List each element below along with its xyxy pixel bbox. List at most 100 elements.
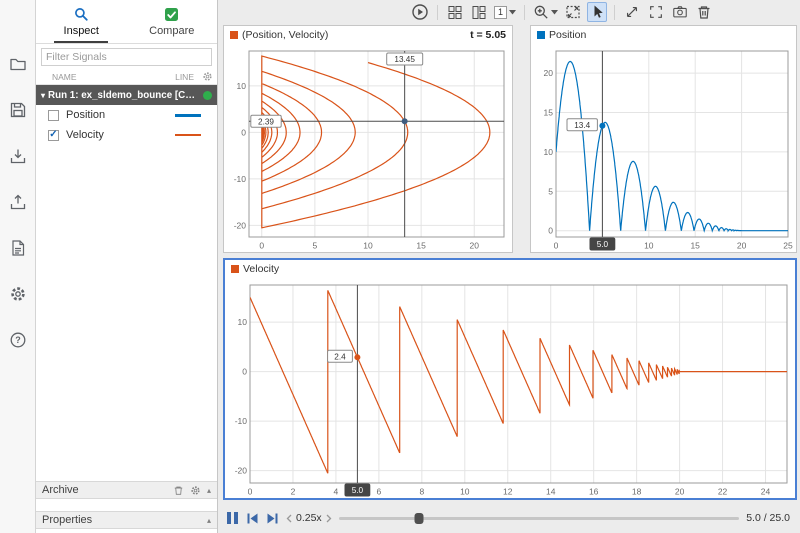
svg-text:10: 10 — [644, 241, 654, 251]
archive-trash-icon[interactable] — [173, 485, 184, 496]
svg-text:5.0: 5.0 — [597, 240, 609, 249]
svg-text:15: 15 — [690, 241, 700, 251]
layout-count-value: 1 — [494, 5, 507, 19]
clear-plots-button[interactable] — [694, 2, 714, 22]
position-plot-panel: Position 05101520250510152013.45.0 — [530, 25, 797, 253]
left-toolbar: ? — [0, 0, 36, 533]
position-checkbox[interactable] — [48, 109, 59, 121]
layout-count-button[interactable]: 1 — [493, 2, 517, 22]
archive-label: Archive — [42, 484, 79, 496]
svg-text:0: 0 — [548, 226, 553, 236]
archive-gear-icon[interactable] — [190, 485, 201, 496]
sidebar-tabs: Inspect Compare — [36, 0, 217, 44]
chevron-down-icon — [551, 9, 558, 14]
svg-text:14: 14 — [546, 487, 556, 497]
svg-text:20: 20 — [544, 68, 554, 78]
svg-text:6: 6 — [377, 487, 382, 497]
speed-down-button[interactable] — [286, 514, 292, 523]
signal-row-velocity[interactable]: ✓ Velocity — [36, 125, 217, 145]
velocity-checkbox[interactable]: ✓ — [48, 128, 59, 141]
signal-row-position[interactable]: Position — [36, 105, 217, 125]
step-back-button[interactable] — [246, 513, 259, 524]
playback-slider[interactable] — [338, 511, 740, 525]
step-back-icon — [247, 513, 258, 523]
svg-text:10: 10 — [544, 147, 554, 157]
archive-section-header[interactable]: Archive ▴ — [36, 481, 217, 499]
fit-to-view-button[interactable] — [563, 2, 583, 22]
velocity-plot-canvas[interactable]: 0 2 4 6 8 10 12 14 16 18 20 22 24 -20 -10 0 10 2.4 5.0 — [225, 277, 795, 498]
signal-name: Position — [66, 109, 106, 121]
snapshot-button[interactable] — [670, 2, 690, 22]
playback-slider-handle[interactable] — [414, 513, 424, 524]
phase-plot-canvas[interactable]: 0 5 10 15 20 -20 -10 0 10 13.45 2.39 — [224, 43, 512, 252]
svg-text:24: 24 — [761, 487, 771, 497]
help-button[interactable]: ? — [7, 330, 29, 350]
diagonal-arrows-icon — [626, 6, 638, 18]
layout-grid-button[interactable] — [445, 2, 465, 22]
svg-text:2.4: 2.4 — [334, 352, 346, 361]
fullscreen-brackets-icon — [650, 6, 662, 18]
properties-section-header[interactable]: Properties ▴ — [36, 511, 217, 529]
svg-text:13.45: 13.45 — [394, 55, 415, 64]
collapse-expander-icon[interactable]: ▾ — [41, 91, 45, 100]
report-button[interactable] — [7, 238, 29, 258]
step-forward-button[interactable] — [266, 513, 279, 524]
pause-icon — [227, 512, 238, 524]
svg-text:20: 20 — [737, 241, 747, 251]
folder-icon — [9, 58, 26, 71]
svg-text:5: 5 — [313, 241, 318, 251]
svg-text:12: 12 — [503, 487, 513, 497]
run-row[interactable]: ▾ Run 1: ex_sldemo_bounce [Current] — [36, 85, 217, 105]
column-settings-gear-icon[interactable] — [202, 71, 213, 82]
playback-speed-control: 0.25x — [286, 512, 332, 524]
plot-grid: (Position, Velocity) t = 5.05 0 5 10 15 20 -2… — [218, 24, 800, 503]
svg-text:20: 20 — [675, 487, 685, 497]
phase-plot-panel: (Position, Velocity) t = 5.05 0 5 10 15 20 -2… — [223, 25, 513, 253]
import-button[interactable] — [7, 146, 29, 166]
zoom-in-button[interactable] — [532, 2, 559, 22]
tab-inspect[interactable]: Inspect — [36, 0, 127, 43]
filter-signals-input[interactable] — [41, 48, 212, 66]
pointer-tool-button[interactable] — [587, 2, 607, 22]
speed-up-button[interactable] — [326, 514, 332, 523]
preferences-button[interactable] — [7, 284, 29, 304]
archive-collapse-icon[interactable]: ▴ — [207, 486, 211, 495]
svg-text:-20: -20 — [234, 220, 247, 230]
export-icon — [10, 194, 25, 210]
expand-plot-button[interactable] — [622, 2, 642, 22]
export-button[interactable] — [7, 192, 29, 212]
chevron-down-icon — [509, 9, 516, 14]
column-header-line: LINE — [175, 71, 194, 82]
compare-check-icon — [165, 7, 179, 21]
legend-swatch — [537, 30, 545, 39]
help-icon: ? — [10, 332, 25, 348]
signal-name: Velocity — [66, 129, 104, 141]
svg-text:8: 8 — [419, 487, 424, 497]
zoom-in-icon — [534, 5, 548, 19]
fullscreen-button[interactable] — [646, 2, 666, 22]
playback-time-readout: 5.0 / 25.0 — [746, 512, 790, 524]
svg-text:0: 0 — [259, 241, 264, 251]
position-plot-canvas[interactable]: 05101520250510152013.45.0 — [531, 43, 796, 252]
main-toolbar: 1 — [218, 0, 800, 24]
checkbox-check-glyph: ✓ — [49, 128, 58, 140]
open-button[interactable] — [7, 54, 29, 74]
properties-collapse-icon[interactable]: ▴ — [207, 516, 211, 525]
svg-text:10: 10 — [238, 317, 248, 327]
svg-text:13.4: 13.4 — [574, 121, 590, 130]
column-header-name: NAME — [52, 71, 77, 82]
pause-button[interactable] — [226, 511, 239, 525]
plot-title: Velocity — [243, 262, 280, 275]
save-button[interactable] — [7, 100, 29, 120]
simulation-data-inspector-window: ? Inspect Compare NAME LINE ▾ Run 1: e — [0, 0, 800, 533]
svg-text:-20: -20 — [235, 466, 248, 476]
svg-text:0: 0 — [248, 487, 253, 497]
signal-line-sample — [175, 113, 201, 117]
phase-plot-title-bar: (Position, Velocity) t = 5.05 — [224, 26, 512, 43]
save-icon — [10, 102, 25, 118]
layout-custom-button[interactable] — [469, 2, 489, 22]
svg-text:10: 10 — [363, 241, 373, 251]
fit-to-view-icon — [566, 5, 580, 19]
tab-compare[interactable]: Compare — [127, 0, 218, 43]
simulate-button[interactable] — [410, 2, 430, 22]
